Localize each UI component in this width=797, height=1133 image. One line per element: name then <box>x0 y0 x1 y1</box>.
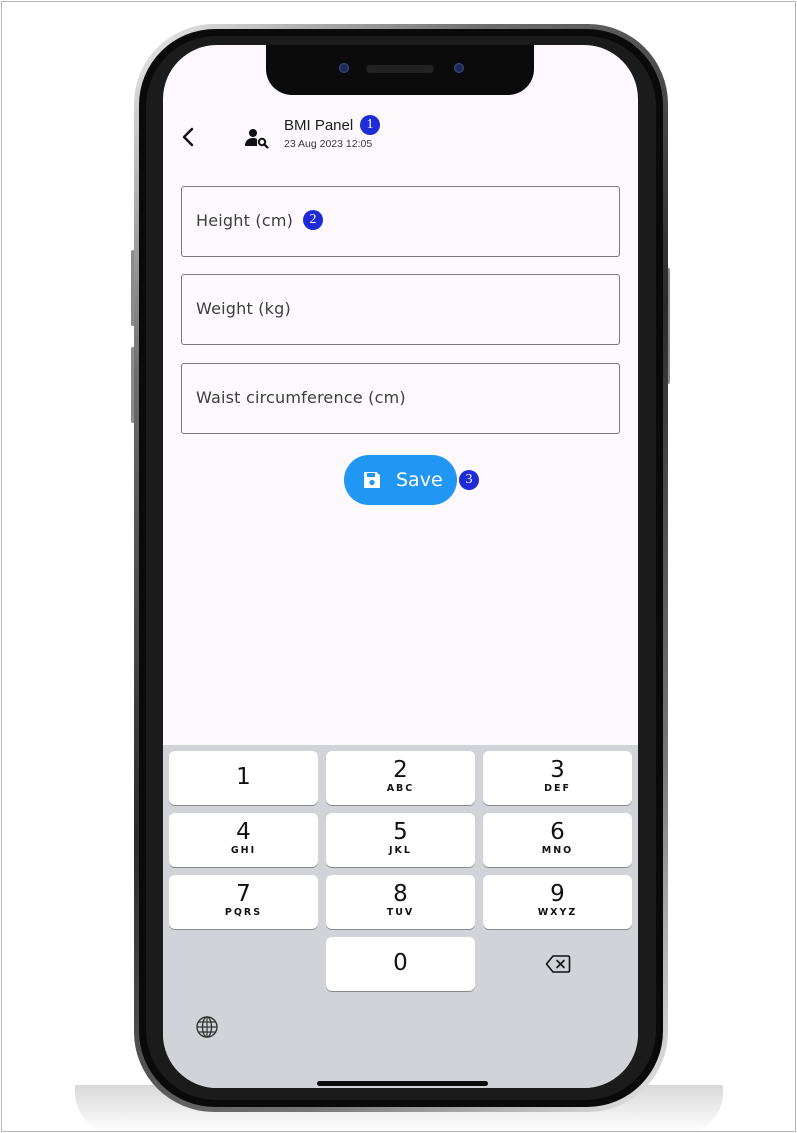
waist-field[interactable]: Waist circumference (cm) <box>181 363 620 434</box>
earpiece-speaker <box>366 65 434 73</box>
key-digit: 1 <box>236 764 251 790</box>
page-timestamp: 23 Aug 2023 12:05 <box>284 138 373 150</box>
key-letters: MNO <box>541 845 574 856</box>
annotation-badge: 3 <box>459 470 479 490</box>
key-9[interactable]: 9 WXYZ <box>483 875 632 929</box>
key-letters: JKL <box>389 845 412 856</box>
key-letters: TUV <box>386 907 415 918</box>
key-0[interactable]: 0 <box>326 937 475 991</box>
weight-field-label: Weight (kg) <box>196 299 291 318</box>
key-digit: 2 <box>393 757 408 783</box>
backspace-icon <box>545 955 570 973</box>
page-title: BMI Panel <box>284 117 354 134</box>
key-digit: 7 <box>236 881 251 907</box>
chevron-left-icon[interactable] <box>177 125 201 149</box>
numeric-keypad: 1 2 ABC 3 DEF 4 GHI 5 JKL 6 MNO 7 PQRS 8… <box>163 745 638 1088</box>
key-8[interactable]: 8 TUV <box>326 875 475 929</box>
front-camera-icon <box>339 63 349 73</box>
key-digit: 0 <box>393 950 408 976</box>
annotation-badge: 1 <box>360 115 380 135</box>
save-button[interactable]: Save <box>344 455 457 505</box>
key-5[interactable]: 5 JKL <box>326 813 475 867</box>
save-button-label: Save <box>396 469 443 491</box>
globe-icon[interactable] <box>195 1015 219 1039</box>
waist-field-label: Waist circumference (cm) <box>196 388 406 407</box>
key-letters: GHI <box>230 845 257 856</box>
app-header: BMI Panel 1 23 Aug 2023 12:05 <box>163 115 638 165</box>
notch <box>266 45 534 95</box>
key-6[interactable]: 6 MNO <box>483 813 632 867</box>
key-digit: 8 <box>393 881 408 907</box>
annotation-badge: 2 <box>303 210 323 230</box>
key-digit: 6 <box>550 819 565 845</box>
home-indicator <box>317 1081 488 1086</box>
key-letters: ABC <box>386 783 415 794</box>
key-4[interactable]: 4 GHI <box>169 813 318 867</box>
key-letters: DEF <box>544 783 571 794</box>
height-field-label: Height (cm) <box>196 211 294 230</box>
key-digit: 5 <box>393 819 408 845</box>
key-1[interactable]: 1 <box>169 751 318 805</box>
key-digit: 4 <box>236 819 251 845</box>
height-field[interactable]: Height (cm) 2 <box>181 186 620 257</box>
key-digit: 9 <box>550 881 565 907</box>
key-letters: WXYZ <box>537 907 578 918</box>
phone-screen: BMI Panel 1 23 Aug 2023 12:05 Height (cm… <box>163 45 638 1088</box>
sensor-icon <box>454 63 464 73</box>
key-3[interactable]: 3 DEF <box>483 751 632 805</box>
weight-field[interactable]: Weight (kg) <box>181 274 620 345</box>
key-letters: PQRS <box>224 907 263 918</box>
key-7[interactable]: 7 PQRS <box>169 875 318 929</box>
backspace-key[interactable] <box>483 937 632 991</box>
floppy-disk-icon <box>364 472 380 488</box>
key-digit: 3 <box>550 757 565 783</box>
key-2[interactable]: 2 ABC <box>326 751 475 805</box>
person-search-icon <box>245 129 269 149</box>
